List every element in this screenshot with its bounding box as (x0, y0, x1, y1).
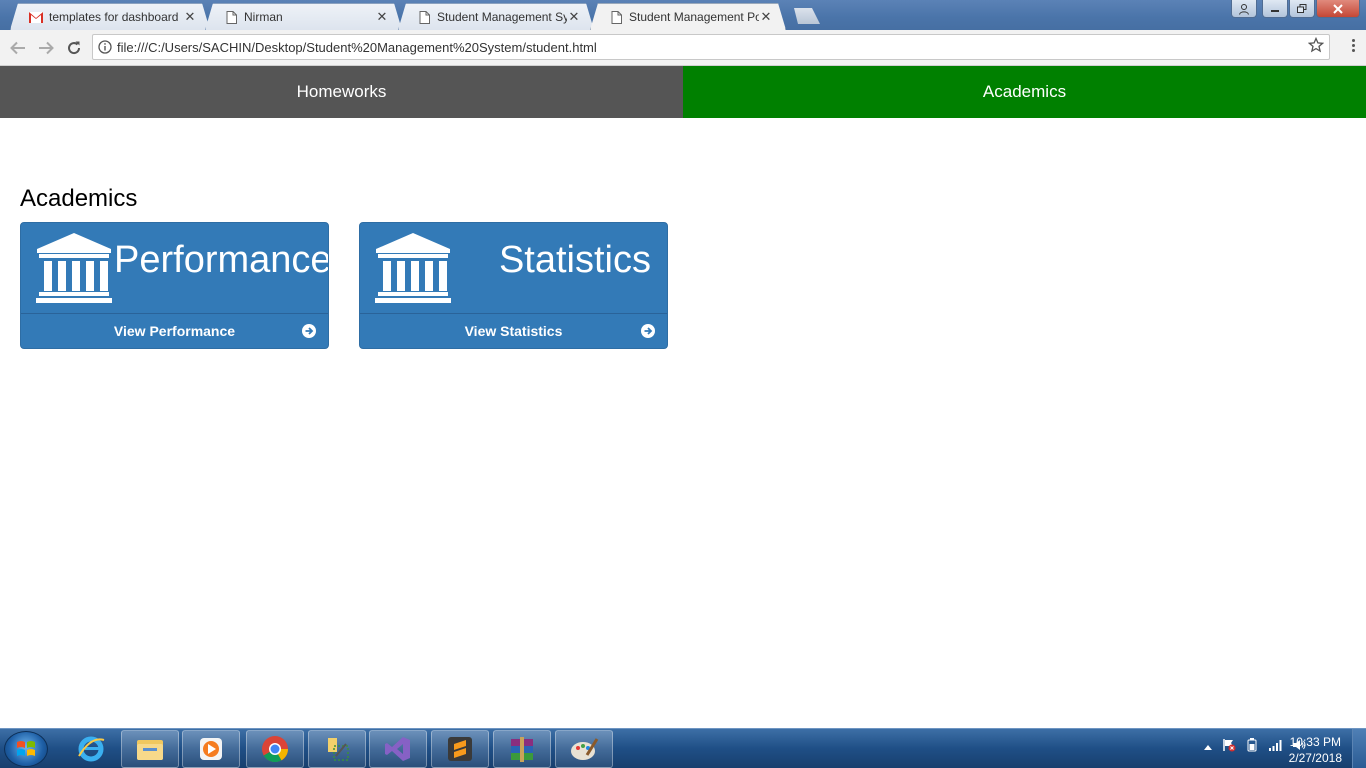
new-tab-button[interactable] (790, 8, 820, 24)
minimize-button[interactable] (1262, 0, 1288, 18)
browser-tab-strip: templates for dashboard ✕ Nirman ✕ Stude… (0, 0, 1366, 30)
bank-icon (36, 233, 112, 303)
tab-gmail[interactable]: templates for dashboard ✕ (10, 3, 210, 30)
card-link-label: View Performance (113, 323, 236, 339)
performance-card: Performance View Performance (20, 222, 329, 349)
tab-title: Nirman (244, 10, 283, 24)
action-center-flag-icon[interactable] (1222, 738, 1236, 755)
windows-logo-icon (17, 741, 35, 756)
view-statistics-link[interactable]: View Statistics (360, 313, 667, 348)
reload-button[interactable] (61, 35, 87, 61)
tab-close-icon[interactable]: ✕ (375, 9, 389, 25)
tab-close-icon[interactable]: ✕ (759, 9, 773, 25)
browser-toolbar: file:///C:/Users/SACHIN/Desktop/Student%… (0, 30, 1366, 66)
close-window-button[interactable] (1316, 0, 1360, 18)
address-bar[interactable]: file:///C:/Users/SACHIN/Desktop/Student%… (92, 34, 1330, 60)
section-title: Academics (20, 185, 138, 212)
browser-menu-icon[interactable] (1348, 39, 1358, 52)
nav-academics[interactable]: Academics (683, 66, 1366, 118)
tab-title: templates for dashboard (49, 10, 179, 24)
start-button[interactable] (4, 731, 48, 767)
profile-icon[interactable] (1231, 0, 1257, 18)
card-heading: Statistics (498, 239, 651, 281)
view-performance-link[interactable]: View Performance (21, 313, 328, 348)
sublime-text-icon[interactable] (431, 730, 489, 768)
show-hidden-icons-icon[interactable] (1204, 741, 1212, 753)
internet-explorer-icon[interactable] (62, 730, 120, 768)
network-signal-icon[interactable] (1268, 739, 1282, 754)
visual-studio-icon[interactable] (369, 730, 427, 768)
tab-close-icon[interactable]: ✕ (183, 9, 197, 25)
tab-close-icon[interactable]: ✕ (567, 9, 581, 25)
file-explorer-icon[interactable] (121, 730, 179, 768)
tab-title: Student Management Sy (437, 10, 567, 24)
snipping-tool-icon[interactable] (308, 730, 366, 768)
url-text[interactable]: file:///C:/Users/SACHIN/Desktop/Student%… (117, 40, 1303, 55)
top-navigation: Homeworks Academics (0, 66, 1366, 118)
show-desktop-button[interactable] (1352, 729, 1366, 768)
media-player-icon[interactable] (182, 730, 240, 768)
tab-student-management-portal[interactable]: Student Management Po ✕ (590, 3, 786, 30)
bank-icon (375, 233, 451, 303)
clock-date: 2/27/2018 (1288, 751, 1342, 765)
gmail-icon (29, 10, 43, 24)
arrow-circle-right-icon (302, 324, 316, 338)
card-header: Performance (21, 223, 328, 315)
tab-student-management-system[interactable]: Student Management Sy ✕ (398, 3, 594, 30)
page-content: Homeworks Academics Academics Performanc… (0, 66, 1366, 728)
chrome-icon[interactable] (246, 730, 304, 768)
tab-title: Student Management Po (629, 10, 759, 24)
page-icon (609, 10, 623, 24)
bookmark-star-icon[interactable] (1303, 36, 1329, 58)
arrow-circle-right-icon (641, 324, 655, 338)
card-header: Statistics (360, 223, 667, 315)
window-controls (1231, 0, 1360, 18)
card-link-label: View Statistics (464, 323, 563, 339)
forward-button[interactable] (33, 35, 59, 61)
clock-time: 10:33 PM (1289, 735, 1341, 749)
restore-button[interactable] (1289, 0, 1315, 18)
info-icon[interactable] (93, 40, 117, 54)
battery-power-icon[interactable] (1246, 738, 1258, 755)
card-heading: Performance (114, 239, 329, 281)
tab-nirman[interactable]: Nirman ✕ (205, 3, 402, 30)
page-icon (224, 10, 238, 24)
statistics-card: Statistics View Statistics (359, 222, 668, 349)
nav-homeworks[interactable]: Homeworks (0, 66, 683, 118)
paint-icon[interactable] (555, 730, 613, 768)
page-icon (417, 10, 431, 24)
back-button[interactable] (5, 35, 31, 61)
clock[interactable]: 10:33 PM 2/27/2018 (1289, 734, 1342, 766)
taskbar: 10:33 PM 2/27/2018 (0, 728, 1366, 768)
winrar-icon[interactable] (493, 730, 551, 768)
